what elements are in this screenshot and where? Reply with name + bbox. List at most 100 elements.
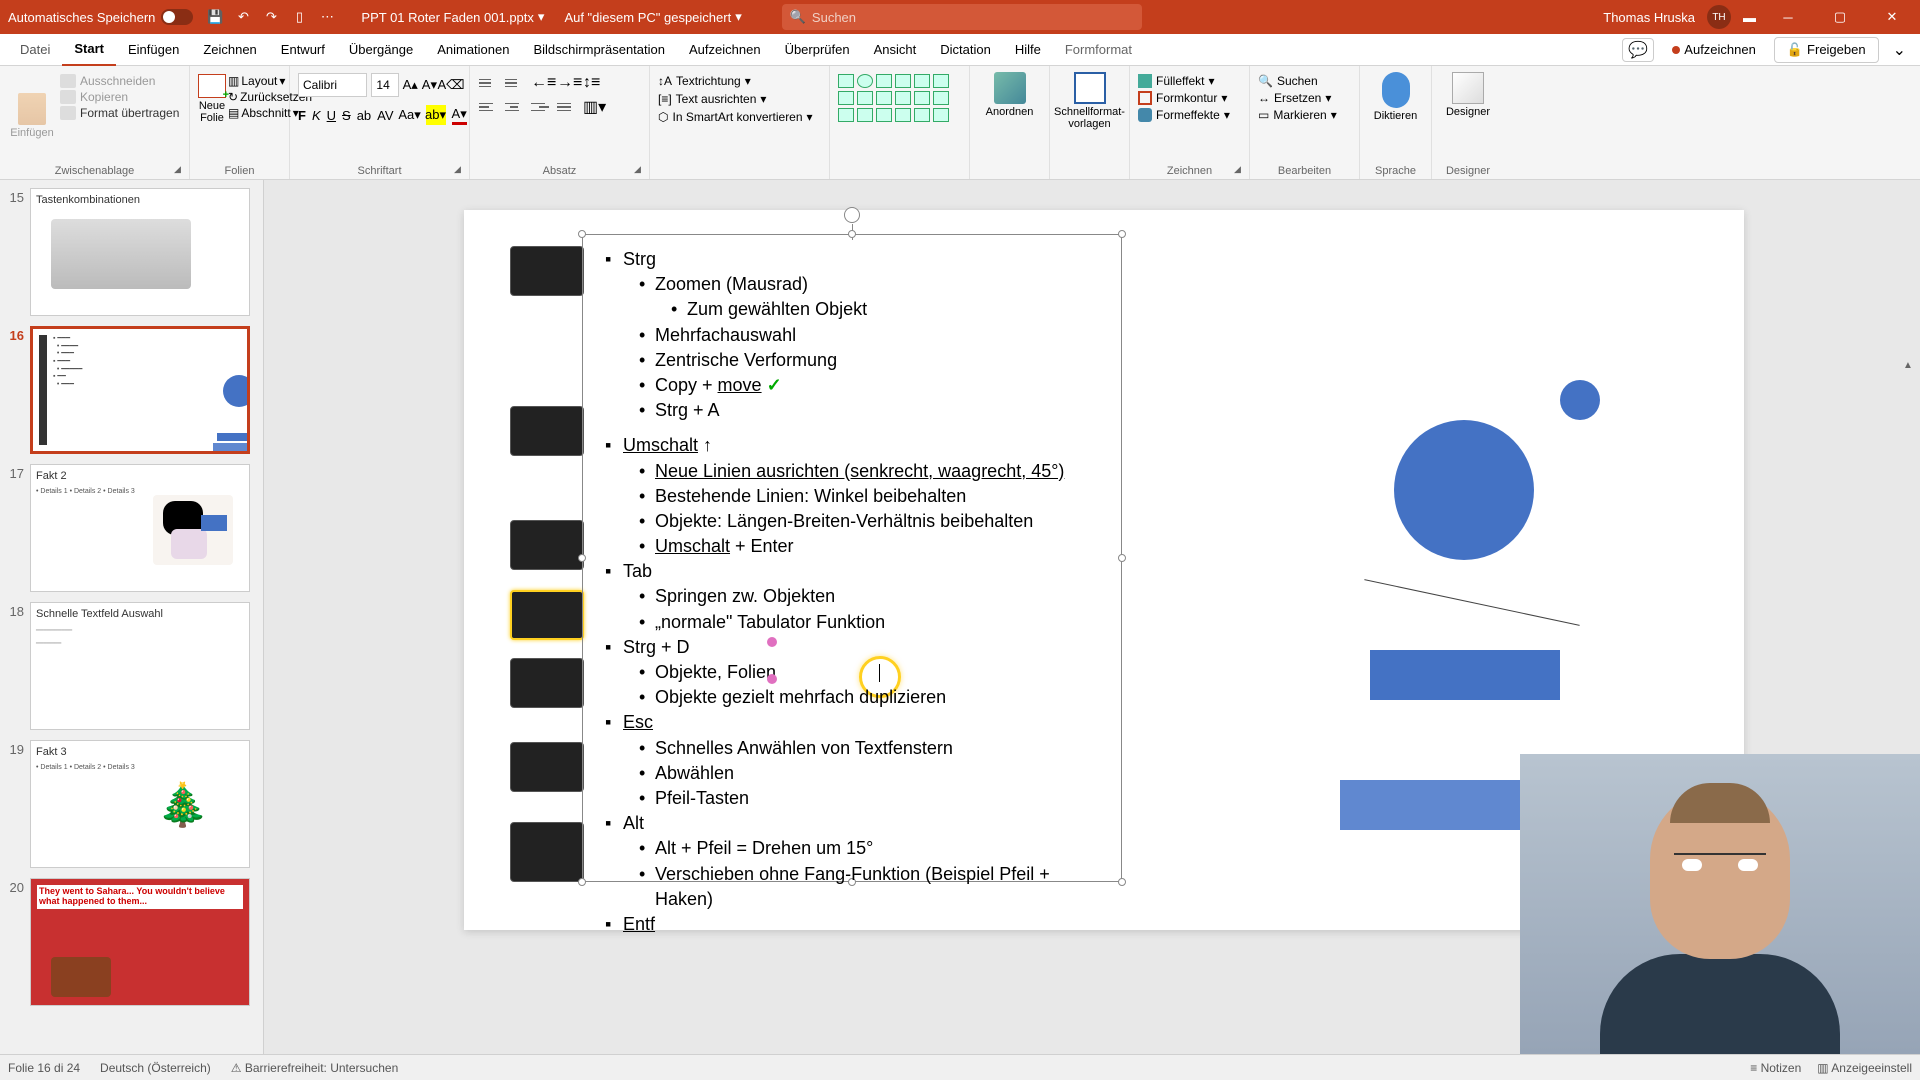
thumb-15[interactable]: 15 Tastenkombinationen [4,188,263,316]
search-input[interactable] [812,10,1134,25]
search-box[interactable]: 🔍 [782,4,1142,30]
shape-12-icon[interactable] [933,91,949,105]
shape-tri-icon[interactable] [876,74,892,88]
handle-tm[interactable] [848,230,856,238]
drawing-launcher-icon[interactable]: ◢ [1234,164,1246,176]
present-icon[interactable]: ▯ [289,7,309,27]
tab-help[interactable]: Hilfe [1003,34,1053,66]
font-color-button[interactable]: A▾ [452,105,467,125]
shape-16-icon[interactable] [895,108,911,122]
thumb-preview-18[interactable]: Schnelle Textfeld Auswahl ━━━━━━━━━━━━━━… [30,602,250,730]
tab-insert[interactable]: Einfügen [116,34,191,66]
thumb-19[interactable]: 19 Fakt 3 • Details 1 • Details 2 • Deta… [4,740,263,868]
replace-button[interactable]: ↔ Ersetzen ▾ [1258,91,1351,105]
thumb-preview-15[interactable]: Tastenkombinationen [30,188,250,316]
font-launcher-icon[interactable]: ◢ [454,164,466,176]
shape-7-icon[interactable] [838,91,854,105]
strike-button[interactable]: S [342,105,351,125]
close-icon[interactable]: ✕ [1872,0,1912,34]
handle-br[interactable] [1118,878,1126,886]
comments-button[interactable]: 💬 [1622,38,1654,62]
font-name-combo[interactable]: Calibri [298,73,367,97]
text-direction-button[interactable]: ↕A Textrichtung ▾ [658,74,821,88]
shape-9-icon[interactable] [876,91,892,105]
handle-tr[interactable] [1118,230,1126,238]
shape-fill-button[interactable]: Fülleffekt ▾ [1138,74,1241,88]
shape-14-icon[interactable] [857,108,873,122]
tab-design[interactable]: Entwurf [269,34,337,66]
toggle-switch[interactable] [161,9,193,25]
shape-8-icon[interactable] [857,91,873,105]
indent-inc-button[interactable]: →≡ [556,74,576,92]
rotate-handle[interactable] [844,207,860,223]
thumb-17[interactable]: 17 Fakt 2 • Details 1 • Details 2 • Deta… [4,464,263,592]
thumb-preview-16[interactable]: ▪ ━━━ • ━━━━ • ━━━▪ ━━━ • ━━━━━▪ ━━ • ━━… [30,326,250,454]
display-settings[interactable]: ▥ Anzeigeeinstell [1817,1061,1912,1075]
handle-mr[interactable] [1118,554,1126,562]
maximize-icon[interactable]: ▢ [1820,0,1860,34]
redo-icon[interactable]: ↷ [261,7,281,27]
tab-file[interactable]: Datei [8,34,62,66]
align-right-button[interactable] [530,98,550,116]
underline-button[interactable]: U [327,105,336,125]
save-icon[interactable]: 💾 [205,7,225,27]
accessibility-check[interactable]: ⚠ Barrierefreiheit: Untersuchen [231,1061,399,1075]
shape-effects-button[interactable]: Formeffekte ▾ [1138,108,1241,122]
align-center-button[interactable] [504,98,524,116]
select-button[interactable]: ▭ Markieren ▾ [1258,108,1351,122]
shape-line-icon[interactable] [895,74,911,88]
thumb-16[interactable]: 16 ▪ ━━━ • ━━━━ • ━━━▪ ━━━ • ━━━━━▪ ━━ •… [4,326,263,454]
ribbon-options-icon[interactable]: ▬ [1743,10,1756,25]
autosave-toggle[interactable]: Automatisches Speichern [8,9,193,25]
highlight-button[interactable]: ab▾ [426,105,446,125]
font-size-combo[interactable]: 14 [371,73,398,97]
share-button[interactable]: 🔓Freigeben [1774,37,1879,63]
columns-button[interactable]: ▥▾ [582,98,602,116]
bold-button[interactable]: F [298,105,306,125]
increase-font-icon[interactable]: A▴ [403,75,418,95]
tab-record[interactable]: Aufzeichnen [677,34,773,66]
language-indicator[interactable]: Deutsch (Österreich) [100,1061,211,1075]
shape-hex-icon[interactable] [933,74,949,88]
scroll-up-icon[interactable]: ▲ [1900,360,1916,376]
format-painter-button[interactable]: Format übertragen [60,106,179,120]
text-content[interactable]: Strg Zoomen (Mausrad) Zum gewählten Obje… [583,235,1121,949]
new-slide-button[interactable]: Neue Folie [198,70,226,162]
handle-bl[interactable] [578,878,586,886]
find-button[interactable]: 🔍 Suchen [1258,74,1351,88]
shape-line[interactable] [1364,579,1579,626]
designer-button[interactable]: Designer Designer [1432,66,1504,179]
smartart-button[interactable]: ⬡ In SmartArt konvertieren ▾ [658,110,821,124]
undo-icon[interactable]: ↶ [233,7,253,27]
indent-dec-button[interactable]: ←≡ [530,74,550,92]
shape-oval-icon[interactable] [857,74,873,88]
notes-button[interactable]: ≡ Notizen [1750,1061,1801,1075]
shape-big-circle[interactable] [1394,420,1534,560]
tab-draw[interactable]: Zeichnen [191,34,268,66]
handle-tl[interactable] [578,230,586,238]
dictate-button[interactable]: Diktieren Sprache [1360,66,1432,179]
clipboard-launcher-icon[interactable]: ◢ [174,164,186,176]
slide-counter[interactable]: Folie 16 di 24 [8,1061,80,1075]
thumb-18[interactable]: 18 Schnelle Textfeld Auswahl ━━━━━━━━━━━… [4,602,263,730]
numbering-button[interactable] [504,74,524,92]
tab-transitions[interactable]: Übergänge [337,34,425,66]
tab-slideshow[interactable]: Bildschirmpräsentation [521,34,677,66]
thumb-preview-19[interactable]: Fakt 3 • Details 1 • Details 2 • Details… [30,740,250,868]
handle-ml[interactable] [578,554,586,562]
record-button[interactable]: Aufzeichnen [1662,38,1766,61]
clear-format-icon[interactable]: A⌫ [441,75,461,95]
shape-rect-1[interactable] [1370,650,1560,700]
arrange-button[interactable]: Anordnen [970,66,1050,179]
shape-outline-button[interactable]: Formkontur ▾ [1138,91,1241,105]
shape-17-icon[interactable] [914,108,930,122]
thumb-preview-17[interactable]: Fakt 2 • Details 1 • Details 2 • Details… [30,464,250,592]
shape-10-icon[interactable] [895,91,911,105]
tab-view[interactable]: Ansicht [862,34,929,66]
shape-11-icon[interactable] [914,91,930,105]
thumb-20[interactable]: 20 They went to Sahara... You wouldn't b… [4,878,263,1006]
tab-dictation[interactable]: Dictation [928,34,1003,66]
tab-animations[interactable]: Animationen [425,34,521,66]
tab-start[interactable]: Start [62,34,116,66]
saved-dropdown-icon[interactable]: ▾ [735,9,742,25]
